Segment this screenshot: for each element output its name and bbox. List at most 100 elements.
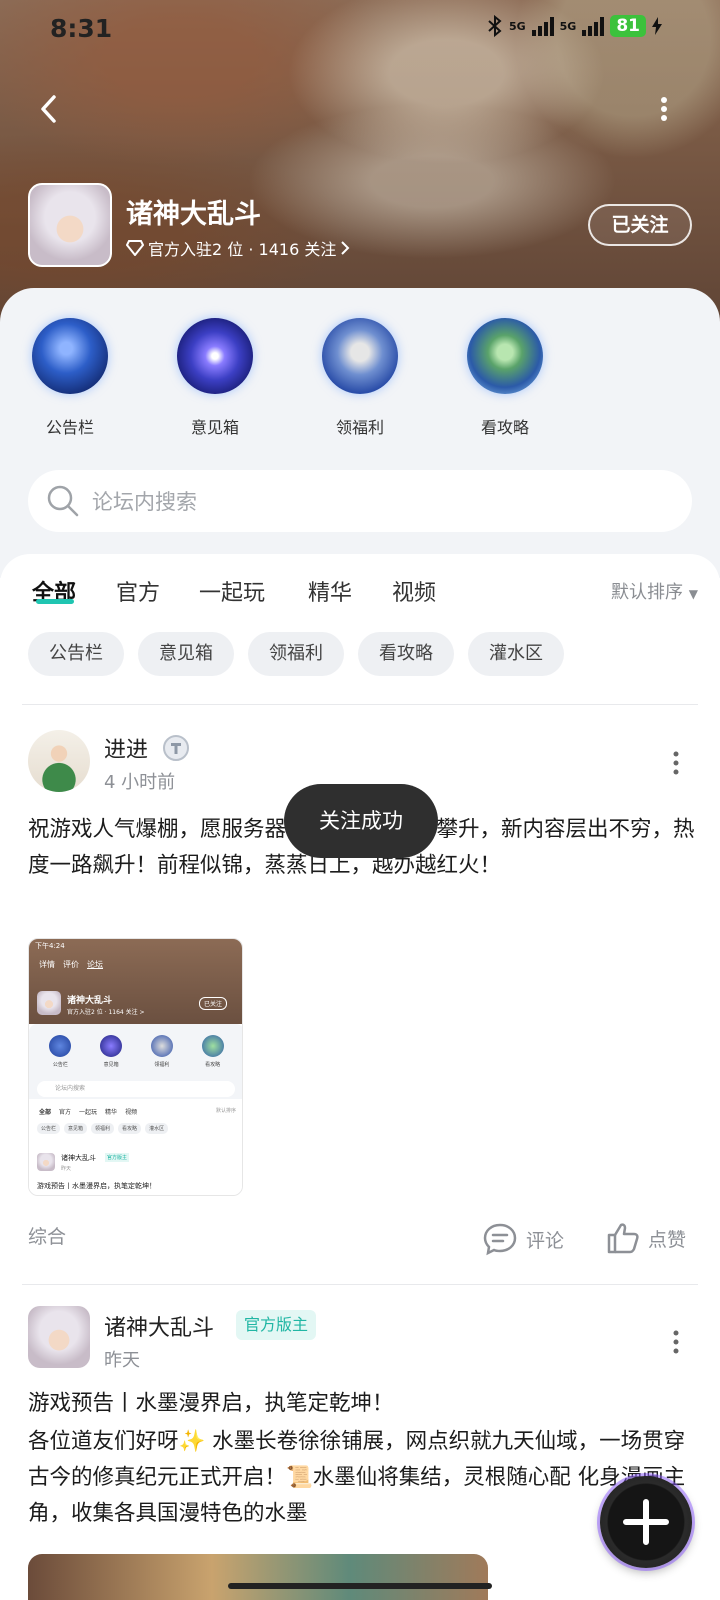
thumb-tab: 评价 xyxy=(63,960,79,969)
tab-featured[interactable]: 精华 xyxy=(308,575,352,607)
thumb-search: 论坛内搜索 xyxy=(37,1081,235,1097)
search-placeholder: 论坛内搜索 xyxy=(92,490,197,514)
thumb-nav: 全部 xyxy=(39,1109,52,1116)
thumb-post-title: 游戏预告丨水墨漫界启，执笔定乾坤！ xyxy=(37,1182,156,1190)
quick-link-label: 看攻略 xyxy=(480,418,529,437)
thumb-time: 下午4:24 xyxy=(35,942,65,950)
jade-relic-icon xyxy=(467,318,543,394)
bluetooth-icon xyxy=(488,14,502,38)
post-body[interactable]: 各位道友们好呀✨ 水墨长卷徐徐铺展，网点织就九天仙域，一场贯穿古今的修真纪元正式… xyxy=(28,1424,698,1532)
post-title[interactable]: 游戏预告丨水墨漫界启，执笔定乾坤！ xyxy=(28,1386,698,1422)
sort-label: 默认排序 xyxy=(611,582,684,603)
thumb-post-badge: 官方版主 xyxy=(105,1153,130,1162)
level-badge-icon xyxy=(163,735,189,761)
thumb-chip: 领福利 xyxy=(91,1123,115,1134)
thumb-post-time: 昨天 xyxy=(61,1166,72,1172)
quick-link-rewards[interactable]: 领福利 xyxy=(300,318,420,438)
back-arrow-icon[interactable] xyxy=(34,92,68,126)
thumb-nav: 一起玩 xyxy=(79,1109,98,1116)
thumb-link: 领福利 xyxy=(154,1062,170,1068)
thumb-nav: 视频 xyxy=(125,1109,138,1116)
thumb-link: 看攻略 xyxy=(205,1062,221,1068)
search-icon xyxy=(47,485,79,517)
post-author-avatar[interactable] xyxy=(28,730,90,792)
caret-down-icon: ▼ xyxy=(688,587,698,601)
thumb-title: 诸神大乱斗 xyxy=(67,996,113,1006)
follow-button[interactable]: 已关注 xyxy=(588,204,692,246)
post-category[interactable]: 综合 xyxy=(28,1222,66,1249)
signal-2-icon xyxy=(582,16,605,36)
quick-link-feedback[interactable]: 意见箱 xyxy=(155,318,275,438)
chip-rewards[interactable]: 领福利 xyxy=(248,632,344,676)
thumb-avatar xyxy=(37,991,61,1015)
charging-icon xyxy=(652,17,662,35)
chevron-right-icon xyxy=(341,241,350,255)
like-label: 点赞 xyxy=(648,1228,687,1251)
post-author-name[interactable]: 诸神大乱斗 xyxy=(104,1310,214,1342)
thumb-post-author: 诸神大乱斗 xyxy=(61,1154,96,1162)
forum-title: 诸神大乱斗 xyxy=(126,199,261,230)
more-options-icon[interactable] xyxy=(660,96,668,122)
thumb-orb xyxy=(201,1035,224,1057)
thumb-link: 意见箱 xyxy=(103,1062,119,1068)
divider xyxy=(22,704,698,705)
post-more-icon[interactable] xyxy=(673,1330,679,1354)
thumb-post-avatar xyxy=(37,1153,55,1171)
thumb-tab: 详情 xyxy=(39,960,55,969)
scroll-quill-icon xyxy=(322,318,398,394)
quick-link-label: 领福利 xyxy=(335,418,384,437)
tab-official[interactable]: 官方 xyxy=(116,575,160,607)
comment-label: 评论 xyxy=(526,1229,565,1252)
chip-announcements[interactable]: 公告栏 xyxy=(28,632,124,676)
thumb-orb xyxy=(49,1035,72,1057)
comment-icon xyxy=(483,1223,517,1256)
signal-1-label: 5G xyxy=(508,19,526,33)
signal-1-icon xyxy=(531,16,554,36)
thumb-meta: 官方入驻2 位 · 1164 关注 > xyxy=(67,1009,145,1016)
official-moderator-badge: 官方版主 xyxy=(236,1310,317,1340)
forum-avatar xyxy=(28,183,112,267)
sort-dropdown[interactable]: 默认排序 ▼ xyxy=(611,578,698,604)
thumb-orb xyxy=(150,1035,173,1057)
post-time: 4 小时前 xyxy=(104,772,176,793)
thumb-follow: 已关注 xyxy=(199,997,228,1010)
tab-video[interactable]: 视频 xyxy=(392,575,436,607)
thumb-orb xyxy=(100,1035,123,1057)
post-time: 昨天 xyxy=(104,1350,140,1371)
quick-link-announcements[interactable]: 公告栏 xyxy=(10,318,130,438)
post-more-icon[interactable] xyxy=(673,751,679,775)
search-bar[interactable]: 论坛内搜索 xyxy=(28,470,692,532)
chip-feedback[interactable]: 意见箱 xyxy=(138,632,234,676)
home-indicator xyxy=(228,1583,492,1589)
flag-banner-icon xyxy=(32,318,108,394)
thumb-chip: 看攻略 xyxy=(118,1123,142,1134)
thumbs-up-icon xyxy=(607,1223,639,1254)
thumb-sort: 默认排序 xyxy=(215,1108,236,1114)
galaxy-orb-icon xyxy=(177,318,253,394)
post-image[interactable] xyxy=(28,1554,488,1600)
forum-header-banner xyxy=(0,0,720,330)
thumb-chip: 公告栏 xyxy=(37,1123,61,1134)
quick-link-guides[interactable]: 看攻略 xyxy=(445,318,565,438)
post-category-label: 综合 xyxy=(28,1226,67,1248)
divider xyxy=(22,1284,698,1285)
post-image-thumbnail[interactable]: 下午4:24 详情 评价 论坛 诸神大乱斗 官方入驻2 位 · 1164 关注 … xyxy=(28,938,243,1196)
chip-guides[interactable]: 看攻略 xyxy=(358,632,454,676)
comment-button[interactable]: 评论 xyxy=(482,1222,564,1256)
tab-play-together[interactable]: 一起玩 xyxy=(199,575,265,607)
battery-indicator: 81 xyxy=(610,15,646,37)
post-author-name[interactable]: 进进 xyxy=(104,732,148,764)
forum-meta[interactable]: 官方入驻2 位 · 1416 关注 xyxy=(126,236,350,260)
quick-link-label: 公告栏 xyxy=(45,418,94,437)
quick-link-label: 意见箱 xyxy=(190,418,239,437)
signal-2-label: 5G xyxy=(559,19,577,33)
create-post-button[interactable] xyxy=(600,1476,692,1568)
like-button[interactable]: 点赞 xyxy=(606,1222,686,1254)
post-author-avatar[interactable] xyxy=(28,1306,90,1368)
toast-message: 关注成功 xyxy=(284,784,438,858)
plus-icon xyxy=(623,1499,669,1545)
diamond-icon xyxy=(126,240,144,256)
status-time: 8:31 xyxy=(50,14,113,43)
chip-chat[interactable]: 灌水区 xyxy=(468,632,564,676)
status-icons: 5G 5G 81 xyxy=(487,14,662,38)
